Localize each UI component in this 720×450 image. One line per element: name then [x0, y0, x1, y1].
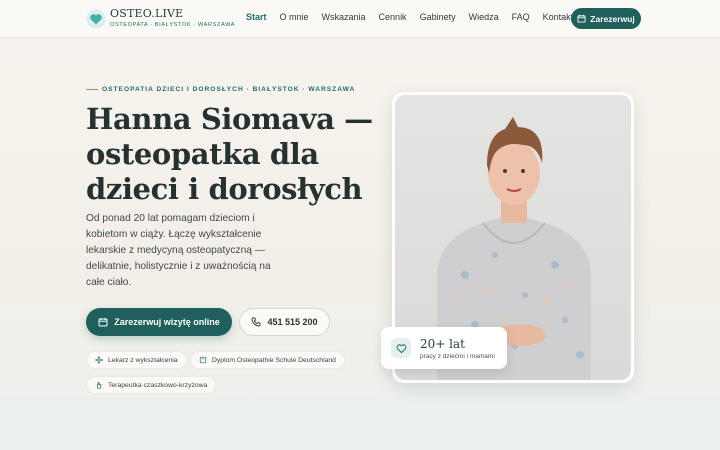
heart-icon	[391, 338, 411, 358]
calendar-icon	[98, 318, 108, 327]
book-online-label: Zarezerwuj wizytę online	[114, 317, 220, 327]
sparkle-icon	[95, 356, 103, 364]
main-nav: Start O mnie Wskazania Cennik Gabinety W…	[246, 12, 586, 22]
hand-icon	[97, 382, 102, 389]
heart-logo-icon	[86, 9, 106, 28]
chip-label: Dyplom Osteopathie Schule Deutschland	[212, 356, 336, 364]
phone-button[interactable]: 451 515 200	[239, 308, 330, 336]
book-icon	[199, 356, 207, 364]
nav-wiedza[interactable]: Wiedza	[469, 12, 499, 22]
site-header: OSTEO.LIVE OSTEOPATA · BIAŁYSTOK · WARSZ…	[0, 0, 720, 38]
stat-label: pracy z dziećmi i mamami	[420, 352, 495, 360]
eyebrow-divider	[86, 89, 98, 90]
nav-wskazania[interactable]: Wskazania	[322, 12, 366, 22]
hero-eyebrow: OSTEOPATIA DZIECI I DOROSŁYCH · BIAŁYSTO…	[86, 86, 355, 93]
header-book-label: Zarezerwuj	[590, 13, 635, 24]
nav-gabinety[interactable]: Gabinety	[420, 12, 456, 22]
logo-name: OSTEO.LIVE	[110, 7, 184, 20]
logo[interactable]: OSTEO.LIVE OSTEOPATA · BIAŁYSTOK · WARSZ…	[86, 8, 235, 29]
phone-number: 451 515 200	[267, 317, 318, 327]
nav-o-mnie[interactable]: O mnie	[280, 12, 309, 22]
logo-tagline: OSTEOPATA · BIAŁYSTOK · WARSZAWA	[110, 22, 236, 28]
book-online-button[interactable]: Zarezerwuj wizytę online	[86, 308, 232, 336]
nav-faq[interactable]: FAQ	[512, 12, 530, 22]
phone-icon	[252, 317, 261, 327]
header-book-button[interactable]: Zarezerwuj	[571, 8, 641, 29]
next-section-edge	[0, 438, 720, 450]
nav-start[interactable]: Start	[246, 12, 267, 22]
calendar-icon	[577, 14, 586, 23]
credential-chip-diploma: Dyplom Osteopathie Schule Deutschland	[190, 351, 345, 369]
hero-lead: Od ponad 20 lat pomagam dzieciom i kobie…	[86, 213, 271, 288]
credential-chip-therapist: Terapeutka czaszkowo-krzyżowa	[86, 376, 217, 394]
chip-label: Lekarz z wykształcenia	[108, 356, 178, 364]
eyebrow-text: OSTEOPATIA DZIECI I DOROSŁYCH · BIAŁYSTO…	[102, 86, 356, 93]
nav-cennik[interactable]: Cennik	[379, 12, 407, 22]
chip-label: Terapeutka czaszkowo-krzyżowa	[108, 381, 208, 389]
credential-chip-doctor: Lekarz z wykształcenia	[86, 351, 187, 369]
nav-kontakt[interactable]: Kontakt	[543, 12, 574, 22]
experience-stat-card: 20+ lat pracy z dziećmi i mamami	[381, 327, 507, 369]
hero-title: Hanna Siomava — osteopatka dla dzieci i …	[86, 102, 373, 206]
stat-value: 20+ lat	[420, 336, 465, 351]
